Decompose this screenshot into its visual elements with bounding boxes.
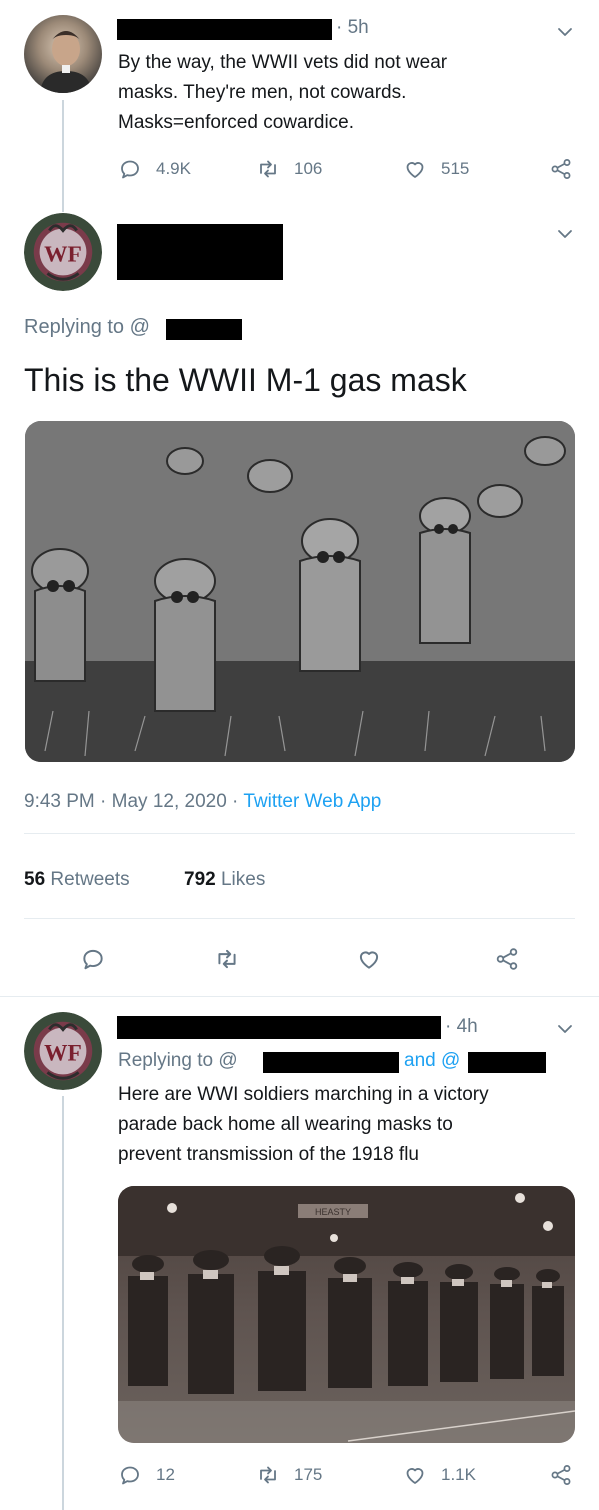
heart-icon: [356, 946, 382, 972]
replying-to: Replying to @: [24, 316, 150, 338]
thread-line: [62, 1096, 64, 1510]
reply-button[interactable]: [80, 946, 106, 972]
reply-button[interactable]: 4.9K: [118, 157, 191, 181]
timestamp: · 5h: [336, 17, 369, 38]
share-icon: [494, 946, 520, 972]
retweet-button[interactable]: 175: [256, 1463, 322, 1487]
tweet-photo-parade[interactable]: HEASTY: [118, 1186, 575, 1443]
retweet-button[interactable]: [214, 946, 240, 972]
avatar[interactable]: [24, 213, 102, 291]
wf-logo-image: [24, 1012, 102, 1090]
like-button[interactable]: [356, 946, 382, 972]
avatar[interactable]: [24, 1012, 102, 1090]
divider: [24, 918, 575, 919]
storefront-sign: HEASTY: [315, 1207, 351, 1217]
redacted-handle[interactable]: [263, 1052, 399, 1073]
redacted-handle[interactable]: [468, 1052, 546, 1073]
retweet-icon: [256, 1463, 280, 1487]
chevron-down-icon[interactable]: [556, 23, 574, 41]
avatar[interactable]: [24, 15, 102, 93]
timestamp: · 4h: [445, 1016, 478, 1037]
tweet-text: This is the WWII M-1 gas mask: [24, 362, 467, 398]
soldiers-illustration: [25, 421, 575, 762]
reply-icon: [80, 946, 106, 972]
person-photo: [40, 31, 92, 93]
replying-to: Replying to @: [118, 1050, 238, 1071]
share-icon: [549, 157, 573, 181]
divider: [0, 996, 599, 997]
and-mention[interactable]: and @: [404, 1050, 460, 1072]
redacted-name: [117, 1016, 441, 1039]
share-button[interactable]: [549, 1463, 573, 1487]
redacted-name: [117, 224, 283, 280]
share-icon: [549, 1463, 573, 1487]
chevron-down-icon[interactable]: [556, 1020, 574, 1038]
like-button[interactable]: 515: [403, 157, 469, 181]
parade-illustration: HEASTY: [118, 1186, 575, 1443]
like-count[interactable]: 792 Likes: [184, 869, 265, 891]
thread-line: [62, 100, 64, 212]
retweet-count[interactable]: 56 Retweets: [24, 869, 130, 891]
tweet-photo-gas-mask[interactable]: [25, 421, 575, 762]
redacted-handle[interactable]: [166, 319, 242, 340]
reply-icon: [118, 157, 142, 181]
retweet-icon: [256, 157, 280, 181]
redacted-name: [117, 19, 332, 40]
reply-icon: [118, 1463, 142, 1487]
wf-logo-image: [24, 213, 102, 291]
retweet-icon: [214, 946, 240, 972]
tweet-timestamp: 9:43 PM · May 12, 2020 · Twitter Web App: [24, 791, 382, 812]
share-button[interactable]: [549, 157, 573, 181]
retweet-button[interactable]: 106: [256, 157, 322, 181]
tweet-text: By the way, the WWII vets did not wear m…: [118, 52, 448, 133]
heart-icon: [403, 157, 427, 181]
chevron-down-icon[interactable]: [556, 225, 574, 243]
tweet-text: Here are WWI soldiers marching in a vict…: [118, 1084, 489, 1165]
source-link[interactable]: Twitter Web App: [243, 791, 381, 812]
divider: [24, 833, 575, 834]
reply-button[interactable]: 12: [118, 1463, 175, 1487]
like-button[interactable]: 1.1K: [403, 1463, 476, 1487]
share-button[interactable]: [494, 946, 520, 972]
heart-icon: [403, 1463, 427, 1487]
